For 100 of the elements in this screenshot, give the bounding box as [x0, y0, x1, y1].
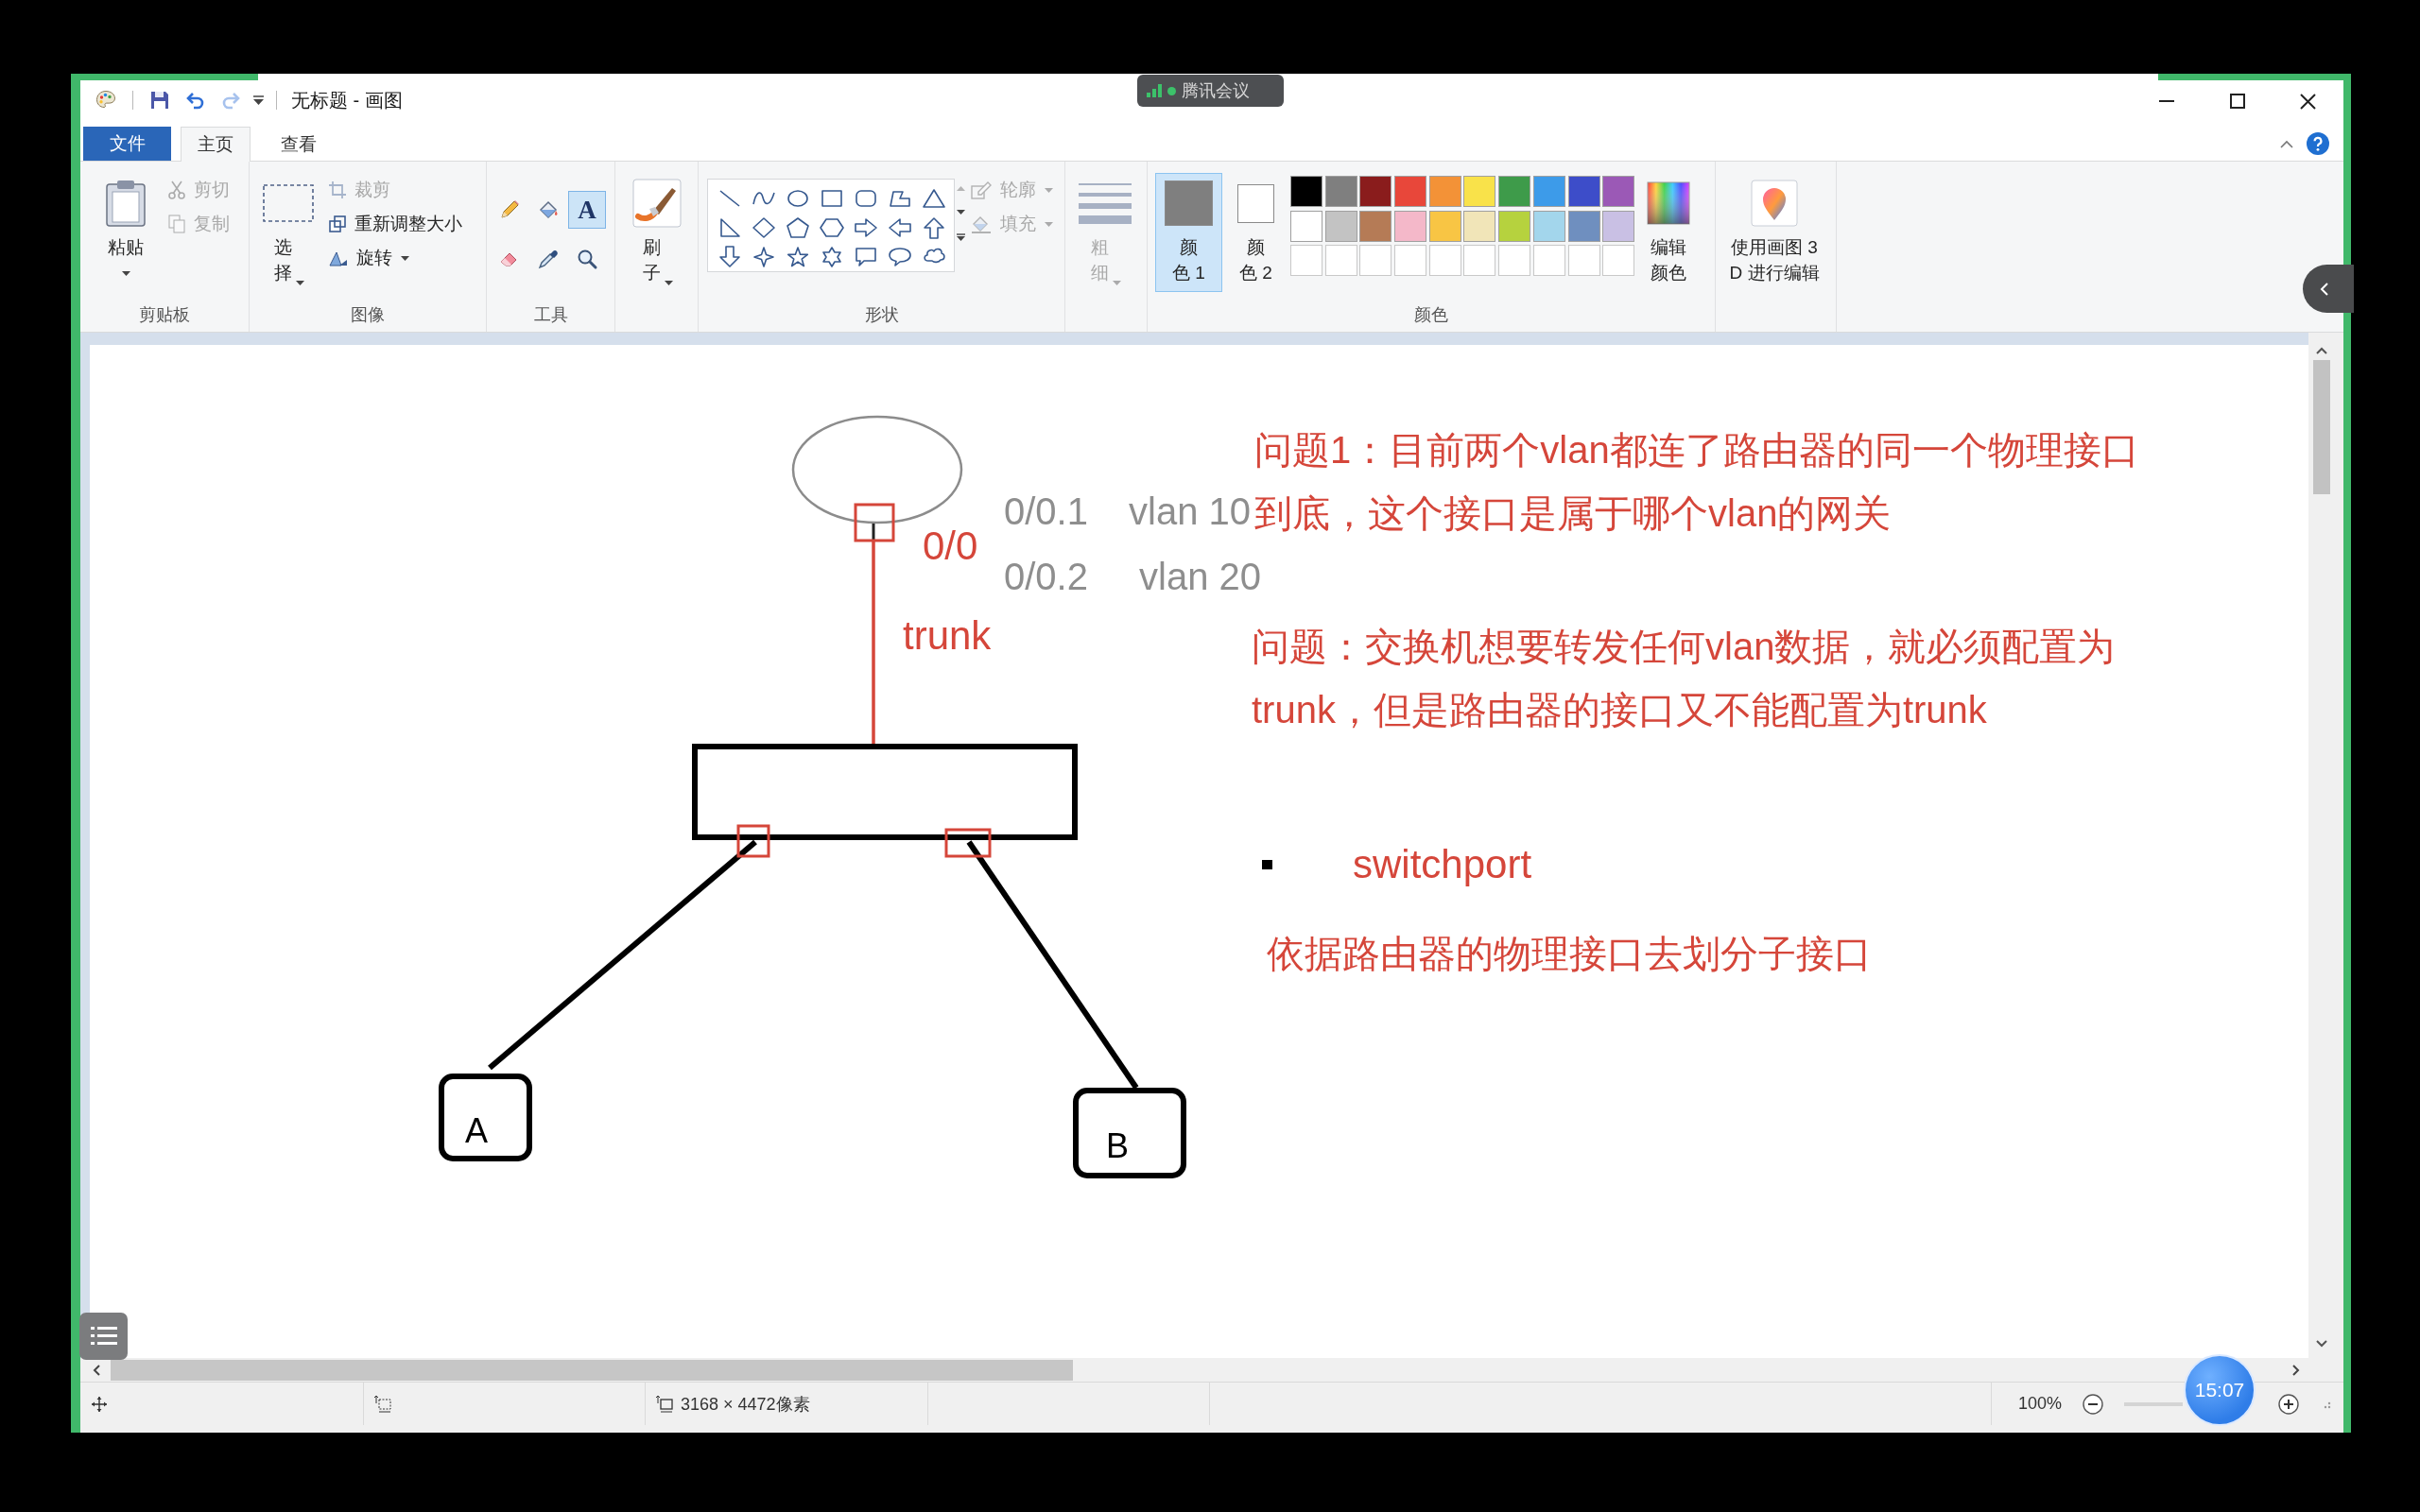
zoom-slider-track[interactable]: [2124, 1401, 2184, 1406]
palette-swatch-icon[interactable]: [1290, 176, 1322, 207]
oval-callout-shape-icon[interactable]: [887, 246, 913, 268]
scrollbar-thumb[interactable]: [111, 1359, 1073, 1381]
paste-button[interactable]: 粘贴: [95, 173, 157, 292]
magnifier-icon: [576, 248, 598, 270]
group-label: 形状: [864, 304, 899, 326]
host-node: B: [1073, 1088, 1186, 1178]
maximize-icon: [2229, 94, 2245, 109]
outline-pen-icon: [971, 180, 992, 199]
oval-shape-icon[interactable]: [785, 187, 811, 210]
palette-swatch-icon[interactable]: [1567, 210, 1600, 242]
palette-swatch-icon[interactable]: [1394, 176, 1427, 207]
subinterface-label: 0/0.1: [1004, 492, 1088, 530]
palette-swatch-icon[interactable]: [1359, 176, 1392, 207]
palette-swatch-icon[interactable]: [1602, 210, 1635, 242]
palette-swatch-icon[interactable]: [1359, 210, 1392, 242]
zoom-in-icon[interactable]: [2278, 1393, 2300, 1415]
paint-3d-button[interactable]: 使用画图 3 D 进行编辑: [1724, 173, 1824, 292]
resize-button[interactable]: 重新调整大小: [323, 207, 468, 241]
palette-swatch-icon[interactable]: [1394, 210, 1427, 242]
brush-icon: [632, 179, 682, 228]
brushes-button[interactable]: 刷子: [625, 173, 689, 292]
ribbon-tab[interactable]: 主页: [181, 127, 251, 162]
palette-swatch-icon[interactable]: [1532, 176, 1565, 207]
diamond-shape-icon[interactable]: [751, 216, 777, 239]
gallery-expand-icon[interactable]: [957, 233, 965, 241]
eyedropper-icon: [537, 248, 560, 270]
right-arrow-shape-icon[interactable]: [853, 216, 879, 239]
window-title: 无标题 - 画图: [291, 88, 403, 112]
customize-caret-icon[interactable]: [252, 94, 265, 106]
palette-swatch-icon[interactable]: [1428, 210, 1461, 242]
palette-swatch-icon[interactable]: [1324, 176, 1357, 207]
four-point-star-shape-icon[interactable]: [751, 246, 777, 268]
palette-swatch-icon[interactable]: [1602, 176, 1635, 207]
group-label: 图像: [351, 304, 385, 326]
chevron-left-icon[interactable]: [92, 1363, 101, 1377]
close-icon: [2300, 93, 2316, 110]
palette-swatch-icon[interactable]: [1567, 176, 1600, 207]
group-label: 剪贴板: [139, 304, 190, 326]
group-label: 工具: [533, 304, 568, 326]
edit-colors-button[interactable]: 编辑颜色: [1639, 173, 1699, 292]
undo-icon[interactable]: [185, 90, 206, 111]
scrollbar-thumb[interactable]: [2313, 360, 2330, 494]
host-node: A: [439, 1074, 532, 1161]
palette-swatch-icon[interactable]: [1463, 210, 1496, 242]
rectangle-shape-icon[interactable]: [819, 187, 845, 210]
select-button[interactable]: 选择: [257, 173, 320, 292]
side-panel-toggle-button[interactable]: [2303, 265, 2354, 313]
help-icon[interactable]: [2307, 132, 2329, 155]
custom-color-slot: [1428, 245, 1461, 276]
text-tool-button[interactable]: A: [568, 191, 606, 229]
color-spectrum-icon: [1647, 181, 1691, 225]
ribbon-tab[interactable]: 查看: [264, 127, 334, 162]
rectangle-callout-shape-icon[interactable]: [853, 246, 879, 268]
palette-swatch-icon[interactable]: [1463, 176, 1496, 207]
pentagon-shape-icon[interactable]: [785, 216, 811, 239]
rotate-button[interactable]: 旋转: [323, 241, 468, 275]
down-arrow-shape-icon[interactable]: [717, 246, 743, 268]
vlan-label: vlan 10: [1129, 492, 1251, 530]
chevron-right-icon[interactable]: [2291, 1363, 2301, 1377]
port-marker: [736, 824, 770, 858]
palette-swatch-icon[interactable]: [1428, 176, 1461, 207]
caret-icon: [1112, 281, 1121, 285]
palette-swatch-icon[interactable]: [1498, 210, 1531, 242]
palette-swatch-icon[interactable]: [1498, 176, 1531, 207]
rounded-rectangle-shape-icon[interactable]: [853, 187, 879, 210]
up-arrow-shape-icon[interactable]: [921, 216, 947, 239]
paint-bucket-icon: [971, 215, 992, 233]
copy-icon: [168, 215, 185, 233]
port-label: 0/0: [923, 526, 978, 566]
paint-palette-icon[interactable]: [95, 90, 116, 111]
port-marker: [854, 503, 895, 542]
caret-icon: [664, 281, 673, 285]
color-2-button[interactable]: 颜色 2: [1231, 173, 1281, 292]
custom-color-slot: [1532, 245, 1565, 276]
five-point-star-shape-icon[interactable]: [785, 246, 811, 268]
list-menu-button[interactable]: [79, 1313, 128, 1360]
zoom-out-icon[interactable]: [2083, 1393, 2104, 1415]
selection-size-icon: [374, 1395, 391, 1413]
color-1-button[interactable]: 颜色 1: [1155, 173, 1222, 292]
palette-swatch-icon[interactable]: [1532, 210, 1565, 242]
collapse-ribbon-icon[interactable]: [2280, 139, 2293, 148]
caret-icon: [295, 281, 304, 285]
meeting-name: 腾讯会议: [1182, 80, 1250, 102]
palette-swatch-icon[interactable]: [1324, 210, 1357, 242]
pencil-icon: [498, 198, 521, 221]
left-arrow-shape-icon[interactable]: [887, 216, 913, 239]
group-label: 颜色: [1414, 304, 1448, 326]
palette-swatch-icon[interactable]: [1290, 210, 1322, 242]
save-icon[interactable]: [149, 90, 170, 111]
caret-icon: [121, 271, 130, 276]
triangle-shape-icon[interactable]: [921, 187, 947, 210]
crop-icon: [329, 181, 346, 198]
hexagon-shape-icon[interactable]: [819, 216, 845, 239]
bullet-icon: [1262, 860, 1272, 869]
link-label: trunk: [903, 616, 992, 656]
chevron-down-icon[interactable]: [2313, 1339, 2330, 1349]
file-menu-tab[interactable]: 文件: [83, 127, 171, 161]
scroll-down-icon[interactable]: [957, 210, 965, 215]
